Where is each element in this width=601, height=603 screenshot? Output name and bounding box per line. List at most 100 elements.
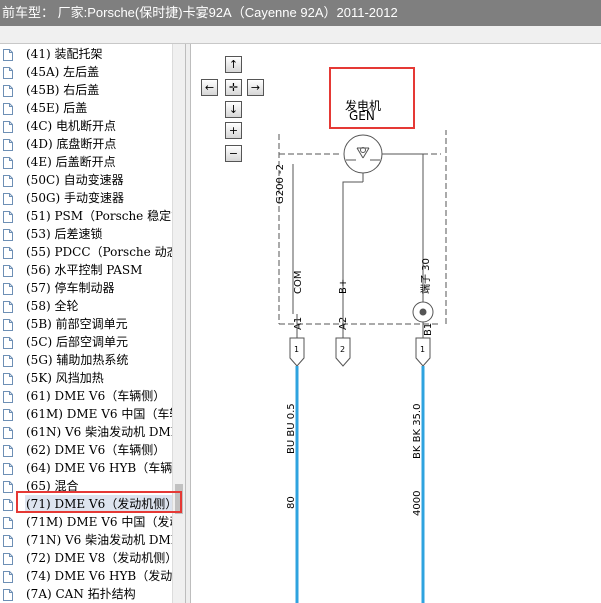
pin-b1-label: B1 — [423, 323, 434, 336]
document-icon — [3, 462, 13, 475]
tree-item-label: (5G) 辅助加热系统 — [26, 353, 129, 367]
diagram-canvas[interactable]: ↑ ← ✛ → ↓ + − 发电机 GEN G200 -2 COM B+ 端子 … — [191, 44, 601, 603]
tree-item[interactable]: (74) DME V6 HYB（发动· — [0, 567, 172, 585]
tree-item-label: (56) 水平控制 PASM — [26, 263, 143, 277]
tree-item[interactable]: (61N) V6 柴油发动机 DME — [0, 423, 172, 441]
tree-item-label: (55) PDCC（Porsche 动态 — [26, 245, 172, 259]
tree-item[interactable]: (50C) 自动变速器 — [0, 171, 172, 189]
tree-item[interactable]: (4C) 电机断开点 — [0, 117, 172, 135]
document-icon — [3, 534, 13, 547]
tree-item-label: (45A) 左后盖 — [26, 65, 100, 79]
window-title: 前车型： 厂家:Porsche(保时捷)卡宴92A（Cayenne 92A）20… — [2, 5, 398, 20]
tree-item-label: (45E) 后盖 — [26, 101, 88, 115]
document-icon — [3, 408, 13, 421]
document-icon — [3, 282, 13, 295]
tree-item-label: (5K) 风挡加热 — [26, 371, 104, 385]
document-icon — [3, 300, 13, 313]
tree-item[interactable]: (7A) CAN 拓扑结构 — [0, 585, 172, 603]
document-icon — [3, 336, 13, 349]
pin-a1-label: A1 — [293, 317, 304, 330]
document-icon — [3, 102, 13, 115]
tree-item[interactable]: (4E) 后盖断开点 — [0, 153, 172, 171]
tree-item-label: (4C) 电机断开点 — [26, 119, 116, 133]
tree-item[interactable]: (50G) 手动变速器 — [0, 189, 172, 207]
tree-item-label: (61N) V6 柴油发动机 DME — [26, 425, 172, 439]
connectors — [289, 337, 431, 367]
tree-item[interactable]: (45B) 右后盖 — [0, 81, 172, 99]
tree-item[interactable]: (71M) DME V6 中国（发动 — [0, 513, 172, 531]
document-icon — [3, 426, 13, 439]
tree-scrollbar[interactable] — [172, 44, 185, 603]
tree-item[interactable]: (5G) 辅助加热系统 — [0, 351, 172, 369]
wire-1-length: 80 — [286, 496, 297, 509]
tree-item[interactable]: (53) 后差速锁 — [0, 225, 172, 243]
tree-item[interactable]: (45E) 后盖 — [0, 99, 172, 117]
tree-item[interactable]: (45A) 左后盖 — [0, 63, 172, 81]
document-icon — [3, 570, 13, 583]
document-icon — [3, 390, 13, 403]
generator-symbol — [342, 134, 424, 314]
document-icon — [3, 588, 13, 601]
window-title-bar: 前车型： 厂家:Porsche(保时捷)卡宴92A（Cayenne 92A）20… — [0, 0, 601, 26]
tree-item[interactable]: (5K) 风挡加热 — [0, 369, 172, 387]
pin-leads — [296, 314, 424, 338]
tree-item[interactable]: (41) 装配托架 — [0, 45, 172, 63]
tree-item-label: (50G) 手动变速器 — [26, 191, 125, 205]
tree-item-label: (57) 停车制动器 — [26, 281, 115, 295]
tree-item[interactable]: (5C) 后部空调单元 — [0, 333, 172, 351]
tree-item-label: (50C) 自动变速器 — [26, 173, 124, 187]
tree-item[interactable]: (5B) 前部空调单元 — [0, 315, 172, 333]
document-icon — [3, 516, 13, 529]
tree-item[interactable]: (57) 停车制动器 — [0, 279, 172, 297]
document-icon — [3, 156, 13, 169]
connector-1-pin: 1 — [294, 345, 299, 354]
tree-item[interactable]: (58) 全轮 — [0, 297, 172, 315]
wire-3-length: 4000 — [412, 491, 423, 516]
tree-item-label: (45B) 右后盖 — [26, 83, 100, 97]
wire-1-label: BU BU 0.5 — [286, 403, 297, 454]
document-icon — [3, 498, 13, 511]
terminal-30-label: 端子 30 — [419, 258, 432, 294]
selection-highlight-box — [16, 491, 182, 513]
tree-item-label: (61M) DME V6 中国（车辆 — [26, 407, 172, 421]
pin-bplus-label: B+ — [338, 279, 349, 294]
tree-item-label: (53) 后差速锁 — [26, 227, 103, 241]
tree-item[interactable]: (51) PSM（Porsche 稳定管 — [0, 207, 172, 225]
document-icon — [3, 246, 13, 259]
tree-item-label: (4E) 后盖断开点 — [26, 155, 116, 169]
document-icon — [3, 84, 13, 97]
tree-item-label: (4D) 底盘断开点 — [26, 137, 117, 151]
document-icon — [3, 120, 13, 133]
generator-circle — [343, 134, 383, 174]
pin-com-label: COM — [293, 271, 304, 294]
document-icon — [3, 318, 13, 331]
document-icon — [3, 354, 13, 367]
tree-item-label: (74) DME V6 HYB（发动· — [26, 569, 172, 583]
tree-item[interactable]: (71N) V6 柴油发动机 DME — [0, 531, 172, 549]
document-icon — [3, 444, 13, 457]
tree-item[interactable]: (4D) 底盘断开点 — [0, 135, 172, 153]
tree-item[interactable]: (62) DME V6（车辆侧） — [0, 441, 172, 459]
document-icon — [3, 48, 13, 61]
tree-item[interactable]: (56) 水平控制 PASM — [0, 261, 172, 279]
wire-3-label: BK BK 35.0 — [412, 404, 423, 459]
tree-item[interactable]: (72) DME V8（发动机侧） — [0, 549, 172, 567]
ground-label: G200 -2 — [275, 164, 286, 204]
tree-item[interactable]: (61) DME V6（车辆侧） — [0, 387, 172, 405]
tree-item-label: (41) 装配托架 — [26, 47, 103, 61]
tree-item-label: (71N) V6 柴油发动机 DME — [26, 533, 172, 547]
tree-item[interactable]: (61M) DME V6 中国（车辆 — [0, 405, 172, 423]
document-icon — [3, 372, 13, 385]
tree-item[interactable]: (55) PDCC（Porsche 动态 — [0, 243, 172, 261]
tree-item-label: (71M) DME V6 中国（发动 — [26, 515, 172, 529]
tree-item-label: (51) PSM（Porsche 稳定管 — [26, 209, 172, 223]
connector-3-pin: 1 — [420, 345, 425, 354]
document-icon — [3, 552, 13, 565]
tree-item-label: (58) 全轮 — [26, 299, 79, 313]
document-icon — [3, 174, 13, 187]
tree-item-label: (7A) CAN 拓扑结构 — [26, 587, 136, 601]
tree-item-label: (72) DME V8（发动机侧） — [26, 551, 172, 565]
tree-item[interactable]: (64) DME V6 HYB（车辆· — [0, 459, 172, 477]
tree-item-label: (64) DME V6 HYB（车辆· — [26, 461, 172, 475]
tree-item-label: (5B) 前部空调单元 — [26, 317, 128, 331]
